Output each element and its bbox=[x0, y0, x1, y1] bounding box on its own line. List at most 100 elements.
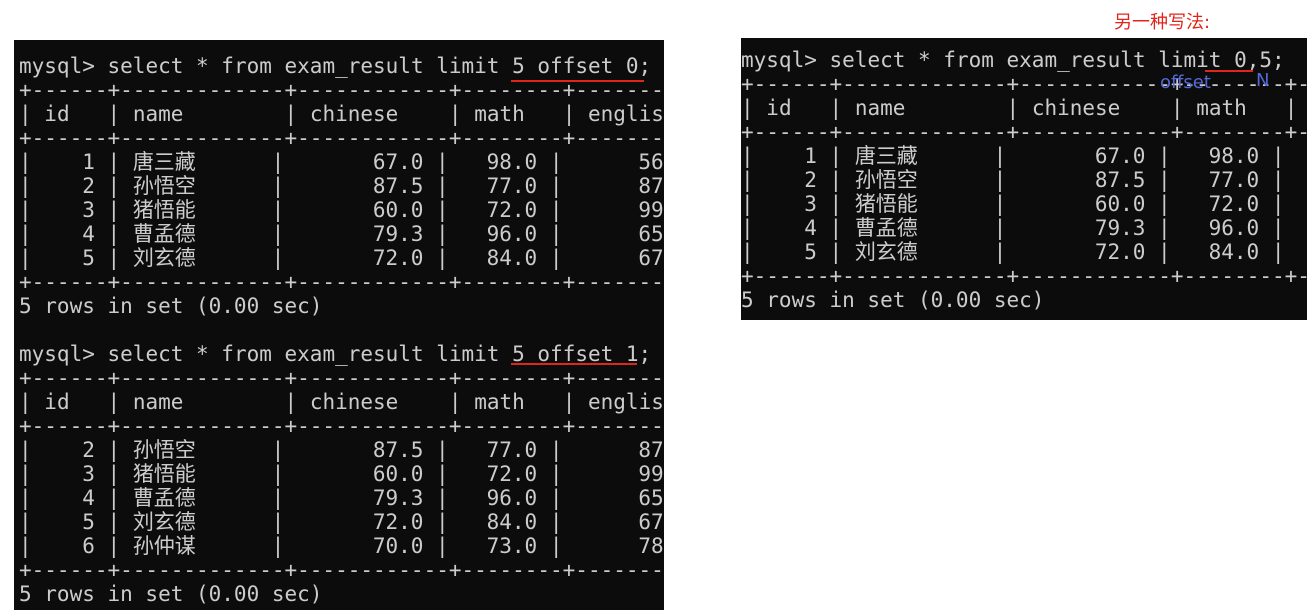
table-header: | id | name | chinese | math | english | bbox=[19, 102, 664, 126]
table-border: +------+-------------+------------+-----… bbox=[19, 366, 664, 390]
cell-name: 刘玄德 bbox=[854, 240, 918, 264]
cell-id: 2 bbox=[82, 174, 95, 198]
cell-chinese: 72.0 bbox=[372, 246, 424, 270]
cell-english: 99.0 bbox=[638, 462, 664, 486]
table-row: | 4 | 曹孟德 | 79.3 | 96.0 | 65.0 | bbox=[741, 216, 1285, 240]
table-row: | 5 | 刘玄德 | 72.0 | 84.0 | 67.0 | bbox=[19, 510, 664, 534]
cell-chinese: 87.5 bbox=[372, 438, 424, 462]
cell-chinese: 60.0 bbox=[372, 198, 424, 222]
header-name: name bbox=[854, 96, 906, 120]
cell-id: 3 bbox=[804, 192, 817, 216]
cell-english: 56.0 bbox=[638, 150, 664, 174]
cell-name: 猪悟能 bbox=[854, 192, 918, 216]
cell-chinese: 79.3 bbox=[372, 222, 424, 246]
table-row: | 3 | 猪悟能 | 60.0 | 72.0 | 99.0 | bbox=[741, 192, 1285, 216]
cell-chinese: 72.0 bbox=[372, 510, 424, 534]
cell-name: 唐三藏 bbox=[132, 150, 196, 174]
cell-id: 5 bbox=[82, 246, 95, 270]
cell-math: 77.0 bbox=[1208, 168, 1260, 192]
cell-name: 唐三藏 bbox=[854, 144, 918, 168]
cell-chinese: 87.5 bbox=[372, 174, 424, 198]
red-underline bbox=[511, 363, 637, 365]
table-border: +------+-------------+------------+-----… bbox=[19, 414, 664, 438]
cell-id: 4 bbox=[804, 216, 817, 240]
table-row: | 5 | 刘玄德 | 72.0 | 84.0 | 67.0 | bbox=[741, 240, 1285, 264]
header-chinese: chinese bbox=[309, 390, 399, 414]
table-header: | id | name | chinese | math | english | bbox=[741, 96, 1307, 120]
cell-chinese: 60.0 bbox=[1094, 192, 1146, 216]
cell-math: 96.0 bbox=[486, 486, 538, 510]
status-line: 5 rows in set (0.00 sec) bbox=[741, 288, 1045, 312]
cell-chinese: 67.0 bbox=[372, 150, 424, 174]
cell-math: 96.0 bbox=[1208, 216, 1260, 240]
cell-math: 84.0 bbox=[486, 510, 538, 534]
prompt: mysql> bbox=[741, 48, 817, 72]
table-row: | 4 | 曹孟德 | 79.3 | 96.0 | 65.0 | bbox=[19, 222, 664, 246]
terminal-right[interactable]: mysql> select * from exam_result limit 0… bbox=[741, 38, 1307, 320]
table-row: | 2 | 孙悟空 | 87.5 | 77.0 | 87.0 | bbox=[741, 168, 1285, 192]
cell-math: 84.0 bbox=[486, 246, 538, 270]
table-border: +------+-------------+------------+-----… bbox=[741, 264, 1307, 288]
cell-id: 2 bbox=[804, 168, 817, 192]
cell-english: 67.0 bbox=[638, 510, 664, 534]
header-id: id bbox=[44, 102, 70, 126]
table-header: | id | name | chinese | math | english | bbox=[19, 390, 664, 414]
cell-english: 65.0 bbox=[638, 486, 664, 510]
header-math: math bbox=[474, 102, 525, 126]
offset-clause: offset 0; bbox=[537, 54, 652, 78]
status-line: 5 rows in set (0.00 sec) bbox=[19, 294, 323, 318]
table-border: +------+-------------+------------+-----… bbox=[19, 270, 664, 294]
cell-math: 72.0 bbox=[486, 462, 538, 486]
cell-chinese: 79.3 bbox=[1094, 216, 1146, 240]
cell-english: 87.0 bbox=[638, 438, 664, 462]
table-border: +------+-------------+------------+-----… bbox=[741, 72, 1307, 96]
header-math: math bbox=[1196, 96, 1247, 120]
header-math: math bbox=[474, 390, 525, 414]
header-name: name bbox=[132, 102, 184, 126]
header-chinese: chinese bbox=[1031, 96, 1121, 120]
header-name: name bbox=[132, 390, 184, 414]
table-border: +------+-------------+------------+-----… bbox=[19, 558, 664, 582]
cell-english: 87.0 bbox=[638, 174, 664, 198]
table-border: +------+-------------+------------+-----… bbox=[19, 126, 664, 150]
header-english: english bbox=[588, 390, 664, 414]
cell-math: 98.0 bbox=[486, 150, 538, 174]
n-annotation: N bbox=[1256, 70, 1270, 91]
alt-syntax-note: 另一种写法: bbox=[1114, 12, 1211, 33]
terminal-left[interactable]: mysql> select * from exam_result limit 5… bbox=[14, 40, 664, 610]
cell-math: 84.0 bbox=[1208, 240, 1260, 264]
cell-name: 曹孟德 bbox=[854, 216, 918, 240]
table-border: +------+-------------+------------+-----… bbox=[741, 120, 1307, 144]
cell-math: 72.0 bbox=[486, 198, 538, 222]
table-border: +------+-------------+------------+-----… bbox=[19, 78, 664, 102]
cell-chinese: 67.0 bbox=[1094, 144, 1146, 168]
cell-name: 刘玄德 bbox=[132, 246, 196, 270]
cell-math: 72.0 bbox=[1208, 192, 1260, 216]
cell-chinese: 72.0 bbox=[1094, 240, 1146, 264]
cell-english: 65.0 bbox=[638, 222, 664, 246]
cell-id: 1 bbox=[82, 150, 95, 174]
table-row: | 1 | 唐三藏 | 67.0 | 98.0 | 56.0 | bbox=[19, 150, 664, 174]
cell-chinese: 70.0 bbox=[372, 534, 424, 558]
sql-text: select * from exam_result limit bbox=[829, 48, 1222, 72]
cell-chinese: 79.3 bbox=[372, 486, 424, 510]
cell-name: 曹孟德 bbox=[132, 486, 196, 510]
query-line: mysql> select * from exam_result limit 0… bbox=[741, 48, 1285, 72]
table-row: | 4 | 曹孟德 | 79.3 | 96.0 | 65.0 | bbox=[19, 486, 664, 510]
cell-name: 刘玄德 bbox=[132, 510, 196, 534]
prompt: mysql> bbox=[19, 54, 95, 78]
table-row: | 1 | 唐三藏 | 67.0 | 98.0 | 56.0 | bbox=[741, 144, 1285, 168]
cell-id: 3 bbox=[82, 198, 95, 222]
cell-id: 2 bbox=[82, 438, 95, 462]
cell-name: 曹孟德 bbox=[132, 222, 196, 246]
cell-english: 67.0 bbox=[638, 246, 664, 270]
table-row: | 3 | 猪悟能 | 60.0 | 72.0 | 99.0 | bbox=[19, 198, 664, 222]
table-row: | 2 | 孙悟空 | 87.5 | 77.0 | 87.0 | bbox=[19, 438, 664, 462]
prompt: mysql> bbox=[19, 342, 95, 366]
status-line: 5 rows in set (0.00 sec) bbox=[19, 582, 323, 606]
cell-id: 4 bbox=[82, 222, 95, 246]
header-english: english bbox=[588, 102, 664, 126]
cell-id: 5 bbox=[82, 510, 95, 534]
cell-name: 猪悟能 bbox=[132, 198, 196, 222]
cell-math: 73.0 bbox=[486, 534, 538, 558]
